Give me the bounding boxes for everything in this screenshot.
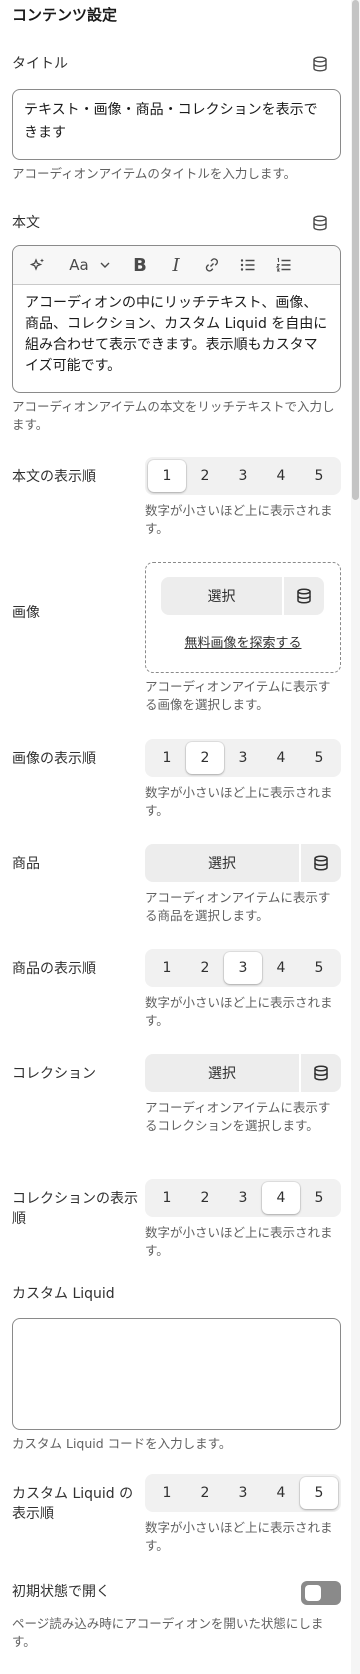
order-option-4[interactable]: 4 xyxy=(262,952,300,984)
title-label: タイトル xyxy=(12,56,68,72)
order-option-1[interactable]: 1 xyxy=(148,460,186,492)
database-icon[interactable] xyxy=(311,214,329,232)
database-icon[interactable] xyxy=(311,55,329,73)
order-option-3[interactable]: 3 xyxy=(224,952,262,984)
chevron-down-icon[interactable] xyxy=(95,246,115,284)
order-option-5[interactable]: 5 xyxy=(300,952,338,984)
liquid-order-segmented-control[interactable]: 12345 xyxy=(145,1474,341,1512)
order-option-3[interactable]: 3 xyxy=(224,1477,262,1509)
body-order-segmented-control[interactable]: 12345 xyxy=(145,457,341,495)
collection-order-help: 数字が小さいほど上に表示されます。 xyxy=(145,1225,333,1258)
body-editor-content[interactable]: アコーディオンの中にリッチテキスト、画像、商品、コレクション、カスタム Liqu… xyxy=(13,285,340,385)
product-select-group: 選択 xyxy=(145,844,341,882)
sparkle-icon[interactable] xyxy=(23,246,53,284)
order-option-3[interactable]: 3 xyxy=(224,1182,262,1214)
open-default-help: ページ読み込み時にアコーディオンを開いた状態にします。 xyxy=(12,1616,324,1649)
body-label: 本文 xyxy=(12,215,40,231)
collection-order-label: コレクションの表示順 xyxy=(12,1191,138,1227)
section-title: コンテンツ設定 xyxy=(12,6,118,24)
database-icon[interactable] xyxy=(301,844,341,882)
rte-toolbar: Aa B I xyxy=(13,246,340,285)
collection-help: アコーディオンアイテムに表示するコレクションを選択します。 xyxy=(145,1100,331,1133)
order-option-4[interactable]: 4 xyxy=(262,1477,300,1509)
database-icon[interactable] xyxy=(301,1054,341,1092)
font-style-button[interactable]: Aa xyxy=(63,246,95,284)
order-option-5[interactable]: 5 xyxy=(300,742,338,774)
bullet-list-icon[interactable] xyxy=(233,246,263,284)
order-option-5[interactable]: 5 xyxy=(300,1477,338,1509)
order-option-5[interactable]: 5 xyxy=(300,460,338,492)
image-help: アコーディオンアイテムに表示する画像を選択します。 xyxy=(145,679,331,712)
image-picker-dropzone[interactable]: 選択 無料画像を探索する xyxy=(145,562,341,673)
custom-liquid-help: カスタム Liquid コードを入力します。 xyxy=(12,1436,232,1451)
bold-button[interactable]: B xyxy=(125,246,155,284)
collection-label: コレクション xyxy=(12,1066,96,1082)
collection-select-group: 選択 xyxy=(145,1054,341,1092)
order-option-1[interactable]: 1 xyxy=(148,1182,186,1214)
product-order-help: 数字が小さいほど上に表示されます。 xyxy=(145,995,333,1028)
liquid-order-help: 数字が小さいほど上に表示されます。 xyxy=(145,1520,333,1553)
product-label: 商品 xyxy=(12,856,40,872)
body-rich-text-editor[interactable]: Aa B I アコーディオンの中にリッチテキスト、画像、商品、コレクション、カス… xyxy=(12,245,341,393)
order-option-2[interactable]: 2 xyxy=(186,742,224,774)
title-input-value[interactable]: テキスト・画像・商品・コレクションを表示できます xyxy=(13,90,340,154)
image-label: 画像 xyxy=(12,605,40,621)
toggle-knob xyxy=(305,1585,321,1601)
image-order-help: 数字が小さいほど上に表示されます。 xyxy=(145,785,333,818)
database-icon[interactable] xyxy=(284,577,324,615)
open-default-label: 初期状態で開く xyxy=(12,1584,110,1600)
custom-liquid-value[interactable] xyxy=(13,1319,340,1337)
product-help: アコーディオンアイテムに表示する商品を選択します。 xyxy=(145,890,331,923)
liquid-order-label: カスタム Liquid の表示順 xyxy=(12,1486,134,1522)
order-option-2[interactable]: 2 xyxy=(186,1182,224,1214)
order-option-3[interactable]: 3 xyxy=(224,742,262,774)
order-option-1[interactable]: 1 xyxy=(148,1477,186,1509)
body-order-label: 本文の表示順 xyxy=(12,469,96,485)
order-option-4[interactable]: 4 xyxy=(262,460,300,492)
order-option-5[interactable]: 5 xyxy=(300,1182,338,1214)
image-order-label: 画像の表示順 xyxy=(12,751,96,767)
order-option-2[interactable]: 2 xyxy=(186,460,224,492)
collection-order-segmented-control[interactable]: 12345 xyxy=(145,1179,341,1217)
custom-liquid-textarea[interactable] xyxy=(12,1318,341,1430)
explore-free-images-link[interactable]: 無料画像を探索する xyxy=(146,632,340,651)
order-option-3[interactable]: 3 xyxy=(224,460,262,492)
order-option-2[interactable]: 2 xyxy=(186,952,224,984)
link-icon[interactable] xyxy=(197,246,227,284)
open-default-toggle[interactable] xyxy=(301,1581,341,1605)
order-option-4[interactable]: 4 xyxy=(262,1182,300,1214)
italic-button[interactable]: I xyxy=(161,246,191,284)
custom-liquid-label: カスタム Liquid xyxy=(12,1286,115,1302)
numbered-list-icon[interactable] xyxy=(269,246,299,284)
product-select-button[interactable]: 選択 xyxy=(145,844,299,882)
order-option-1[interactable]: 1 xyxy=(148,742,186,774)
image-select-button[interactable]: 選択 xyxy=(161,577,282,615)
image-select-group: 選択 xyxy=(161,577,324,615)
product-order-segmented-control[interactable]: 12345 xyxy=(145,949,341,987)
order-option-4[interactable]: 4 xyxy=(262,742,300,774)
product-order-label: 商品の表示順 xyxy=(12,961,96,977)
image-order-segmented-control[interactable]: 12345 xyxy=(145,739,341,777)
collection-select-button[interactable]: 選択 xyxy=(145,1054,299,1092)
order-option-2[interactable]: 2 xyxy=(186,1477,224,1509)
body-order-help: 数字が小さいほど上に表示されます。 xyxy=(145,503,333,536)
scrollbar-thumb[interactable] xyxy=(352,0,359,500)
body-help: アコーディオンアイテムの本文をリッチテキストで入力します。 xyxy=(12,399,335,432)
title-input[interactable]: テキスト・画像・商品・コレクションを表示できます xyxy=(12,89,341,160)
order-option-1[interactable]: 1 xyxy=(148,952,186,984)
title-help: アコーディオンアイテムのタイトルを入力します。 xyxy=(12,166,297,181)
